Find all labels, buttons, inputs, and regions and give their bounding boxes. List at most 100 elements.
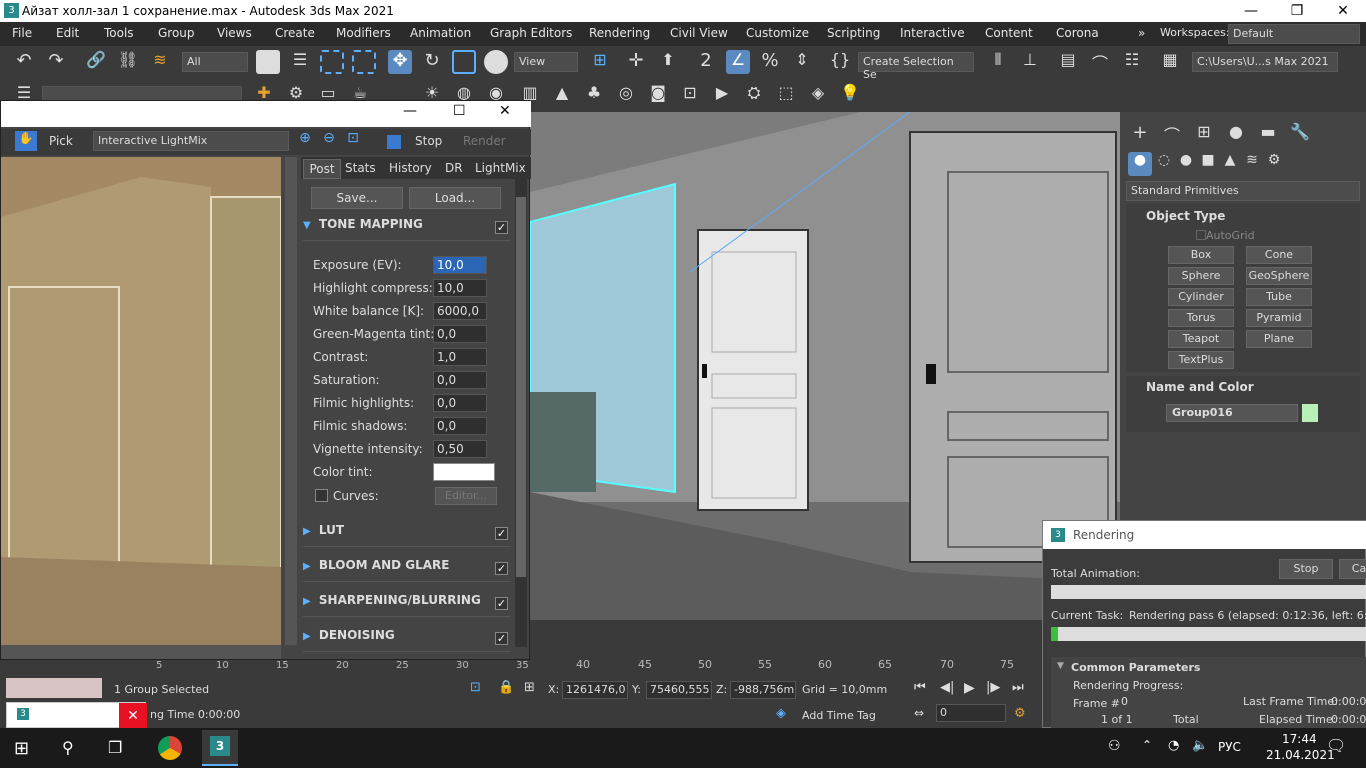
tone-mapping-section[interactable]: ▼ TONE MAPPING ✓: [303, 217, 511, 241]
shapes-icon[interactable]: ◌: [1152, 152, 1176, 176]
redo-icon[interactable]: ↷: [44, 50, 68, 74]
minimize-button[interactable]: —: [1228, 0, 1274, 22]
geosphere-button[interactable]: GeoSphere: [1246, 267, 1312, 285]
plane-button[interactable]: Plane: [1246, 330, 1312, 348]
tone-mapping-checkbox[interactable]: ✓: [495, 221, 508, 234]
y-coord-input[interactable]: 75460,555: [646, 681, 712, 699]
pick-label[interactable]: Pick: [49, 134, 73, 148]
frame-buffer-icon[interactable]: ⊡: [678, 83, 702, 107]
curves-checkbox[interactable]: [315, 489, 328, 502]
load-button[interactable]: Load...: [409, 187, 501, 209]
lut-checkbox[interactable]: ✓: [495, 527, 508, 540]
select-by-name-icon[interactable]: ☰: [288, 50, 312, 74]
ring-icon[interactable]: ◎: [614, 83, 638, 107]
menu-interactive[interactable]: Interactive: [900, 26, 965, 40]
render-stop-button[interactable]: Stop: [1279, 559, 1333, 579]
object-name-input[interactable]: Group016: [1166, 404, 1298, 422]
menu-customize[interactable]: Customize: [746, 26, 809, 40]
taskbar-3dsmax-button[interactable]: 3: [202, 730, 238, 766]
menu-corona[interactable]: Corona: [1056, 26, 1099, 40]
pivot-center-icon[interactable]: ⊞: [588, 50, 612, 74]
cone-button[interactable]: Cone: [1246, 246, 1312, 264]
go-end-icon[interactable]: ⏭: [1012, 680, 1024, 695]
filmic-shadows-input[interactable]: 0,0: [433, 417, 487, 435]
scale-icon[interactable]: [452, 50, 476, 74]
trackbar[interactable]: 40 45 50 55 60 65 70 75: [530, 620, 1120, 672]
object-color-swatch[interactable]: [1302, 404, 1318, 422]
contrast-input[interactable]: 1,0: [433, 348, 487, 366]
vignette-input[interactable]: 0,50: [433, 440, 487, 458]
close-preview-button[interactable]: ✕: [119, 703, 147, 729]
menu-create[interactable]: Create: [275, 26, 315, 40]
wifi-icon[interactable]: ◔: [1168, 738, 1179, 753]
display-tab-icon[interactable]: ▬: [1256, 122, 1280, 146]
motion-tab-icon[interactable]: ●: [1224, 122, 1248, 146]
systems-icon[interactable]: ⚙: [1262, 152, 1286, 176]
curve-editor-icon[interactable]: ⌒: [1088, 50, 1112, 74]
perspective-viewport[interactable]: [530, 112, 1120, 620]
scatter-icon[interactable]: ▲: [550, 83, 574, 107]
zoom-fit-icon[interactable]: ⊡: [341, 130, 365, 154]
geometry-icon[interactable]: ●: [1128, 152, 1152, 176]
menu-tools[interactable]: Tools: [104, 26, 134, 40]
autogrid-checkbox[interactable]: [1196, 230, 1206, 240]
vfb-maximize-button[interactable]: ☐: [453, 103, 466, 119]
x-coord-input[interactable]: 1261476,0: [562, 681, 628, 699]
notifications-icon[interactable]: 🗨: [1326, 736, 1346, 755]
textplus-button[interactable]: TextPlus: [1168, 351, 1234, 369]
edit-named-sets-icon[interactable]: {}: [828, 50, 852, 74]
decal-icon[interactable]: ⬚: [774, 83, 798, 107]
search-icon[interactable]: ⚲: [62, 738, 74, 757]
mirror-icon[interactable]: ⫴: [986, 50, 1010, 74]
menu-content[interactable]: Content: [985, 26, 1033, 40]
green-magenta-input[interactable]: 0,0: [433, 325, 487, 343]
sphere-button[interactable]: Sphere: [1168, 267, 1234, 285]
create-tab-icon[interactable]: +: [1128, 122, 1152, 146]
trackbar-left[interactable]: 5 10 15 20 25 30 35: [0, 660, 530, 672]
rotate-icon[interactable]: ↻: [420, 50, 444, 74]
add-time-tag[interactable]: Add Time Tag: [802, 709, 876, 722]
pyramid-button[interactable]: Pyramid: [1246, 309, 1312, 327]
menu-civil-view[interactable]: Civil View: [670, 26, 728, 40]
windows-start-icon[interactable]: ⊞: [14, 738, 29, 759]
highlight-compress-input[interactable]: 10,0: [433, 279, 487, 297]
menu-rendering[interactable]: Rendering: [589, 26, 650, 40]
next-frame-icon[interactable]: |▶: [986, 680, 1000, 695]
spinner-snap-icon[interactable]: ⇕: [790, 50, 814, 74]
close-button[interactable]: ✕: [1320, 0, 1366, 22]
menu-scripting[interactable]: Scripting: [827, 26, 880, 40]
denoising-section[interactable]: ▶ DENOISING ✓: [303, 628, 511, 652]
placement-icon[interactable]: [484, 50, 508, 74]
menu-views[interactable]: Views: [217, 26, 252, 40]
tab-stats[interactable]: Stats: [345, 161, 376, 175]
undo-icon[interactable]: ↶: [12, 50, 36, 74]
menu-edit[interactable]: Edit: [56, 26, 79, 40]
z-coord-input[interactable]: -988,756m: [730, 681, 796, 699]
menu-file[interactable]: File: [12, 26, 32, 40]
rect-selection-icon[interactable]: [320, 50, 344, 74]
workspaces-dropdown[interactable]: Default: [1228, 24, 1360, 44]
lightbulb-icon[interactable]: 💡: [838, 83, 862, 107]
go-start-icon[interactable]: ⏮: [914, 680, 926, 695]
name-color-title[interactable]: Name and Color: [1146, 380, 1254, 394]
tree-icon[interactable]: ♣: [582, 83, 606, 107]
camera-icon[interactable]: ◈: [806, 83, 830, 107]
unlink-icon[interactable]: ⛓: [116, 50, 140, 74]
tab-post[interactable]: Post: [303, 159, 341, 179]
prev-frame-icon[interactable]: ◀|: [940, 680, 954, 695]
snaps-toggle-icon[interactable]: 2: [694, 50, 718, 74]
chrome-icon[interactable]: [158, 736, 182, 760]
lightmix-dropdown[interactable]: Interactive LightMix: [93, 131, 289, 151]
zoom-out-icon[interactable]: ⊖: [317, 130, 341, 154]
window-crossing-icon[interactable]: [352, 50, 376, 74]
stop-button[interactable]: Stop: [415, 134, 442, 148]
angle-snap-icon[interactable]: ∠: [726, 50, 750, 74]
lock-icon[interactable]: 🔒: [498, 680, 514, 695]
interactive-render-icon[interactable]: ▶: [710, 83, 734, 107]
common-params-title[interactable]: Common Parameters: [1071, 661, 1200, 674]
sharpening-checkbox[interactable]: ✓: [495, 597, 508, 610]
select-object-icon[interactable]: [256, 50, 280, 74]
tube-button[interactable]: Tube: [1246, 288, 1312, 306]
saturation-input[interactable]: 0,0: [433, 371, 487, 389]
absolute-mode-icon[interactable]: ⊞: [524, 680, 535, 695]
